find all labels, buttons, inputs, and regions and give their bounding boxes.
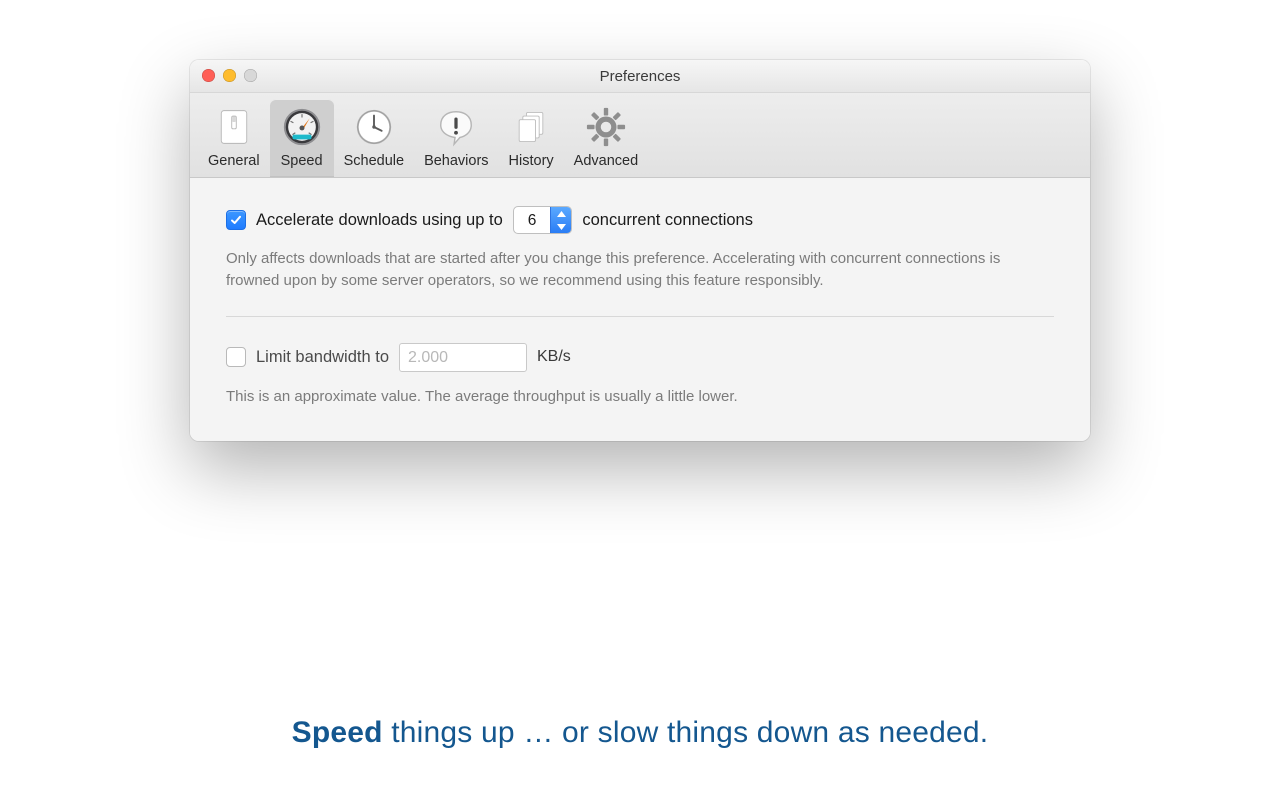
- minimize-icon[interactable]: [223, 69, 236, 82]
- window-title: Preferences: [190, 68, 1090, 85]
- connections-value: 6: [514, 207, 551, 233]
- connections-stepper[interactable]: 6: [513, 206, 573, 234]
- close-icon[interactable]: [202, 69, 215, 82]
- clock-icon: [352, 105, 396, 149]
- preferences-toolbar: General: [190, 93, 1090, 178]
- gear-icon: [584, 105, 628, 149]
- tab-advanced[interactable]: Advanced: [564, 99, 649, 177]
- tab-schedule[interactable]: Schedule: [334, 99, 414, 177]
- chevron-up-icon[interactable]: [551, 207, 571, 220]
- general-icon: [212, 105, 256, 149]
- accelerate-label-after: concurrent connections: [582, 211, 753, 230]
- tab-behaviors-label: Behaviors: [424, 153, 488, 169]
- tab-general[interactable]: General: [198, 99, 270, 177]
- documents-icon: [509, 105, 553, 149]
- speed-pane: Accelerate downloads using up to 6 concu…: [190, 178, 1090, 441]
- marketing-caption: Speed things up … or slow things down as…: [0, 716, 1280, 750]
- tab-schedule-label: Schedule: [344, 153, 404, 169]
- accelerate-row: Accelerate downloads using up to 6 concu…: [226, 206, 1054, 234]
- tab-general-label: General: [208, 153, 260, 169]
- zoom-icon: [244, 69, 257, 82]
- speedometer-icon: [280, 105, 324, 149]
- tab-history-label: History: [509, 153, 554, 169]
- tab-speed-label: Speed: [281, 153, 323, 169]
- bandwidth-input[interactable]: 2.000: [399, 343, 527, 372]
- alert-icon: [434, 105, 478, 149]
- bandwidth-help: This is an approximate value. The averag…: [226, 386, 1054, 408]
- separator: [226, 316, 1054, 317]
- accelerate-help: Only affects downloads that are started …: [226, 248, 1054, 292]
- traffic-lights: [202, 69, 257, 82]
- bandwidth-checkbox[interactable]: [226, 347, 246, 367]
- tab-behaviors[interactable]: Behaviors: [414, 99, 498, 177]
- accelerate-label-before: Accelerate downloads using up to: [256, 211, 503, 230]
- preferences-window: Preferences General: [190, 60, 1090, 441]
- stepper-buttons[interactable]: [550, 207, 571, 233]
- accelerate-checkbox[interactable]: [226, 210, 246, 230]
- tab-speed[interactable]: Speed: [270, 99, 334, 177]
- caption-rest: things up … or slow things down as neede…: [383, 716, 989, 749]
- chevron-down-icon[interactable]: [551, 220, 571, 233]
- caption-bold: Speed: [292, 716, 383, 749]
- bandwidth-row: Limit bandwidth to 2.000 KB/s: [226, 343, 1054, 372]
- bandwidth-unit: KB/s: [537, 348, 571, 366]
- bandwidth-label: Limit bandwidth to: [256, 348, 389, 367]
- tab-history[interactable]: History: [499, 99, 564, 177]
- titlebar[interactable]: Preferences: [190, 60, 1090, 93]
- tab-advanced-label: Advanced: [574, 153, 639, 169]
